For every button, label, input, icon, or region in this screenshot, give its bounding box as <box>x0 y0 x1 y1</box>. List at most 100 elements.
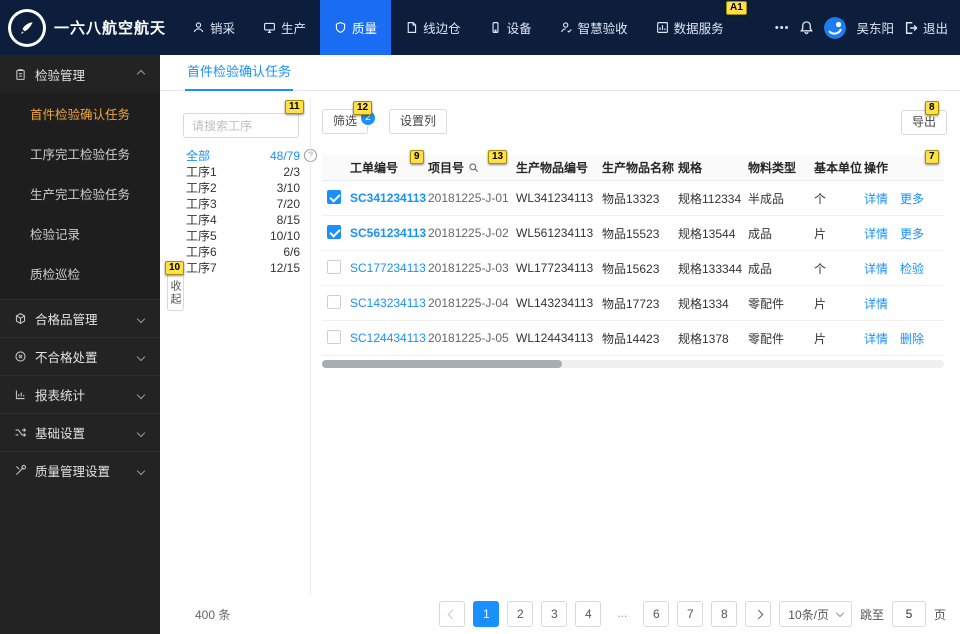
action-more-link[interactable]: 更多 <box>900 225 924 242</box>
logout-button[interactable]: 退出 <box>904 18 948 37</box>
page-button-1[interactable]: 1 <box>473 601 500 627</box>
sidebar-section-nonconforming-disposal[interactable]: 不合格处置 <box>0 337 160 375</box>
sidebar-section-basic-settings[interactable]: 基础设置 <box>0 413 160 451</box>
header-item-code: 生产物品编号 <box>516 160 589 175</box>
header-unit: 基本单位 <box>814 160 863 175</box>
sidebar-item-first-article-inspection[interactable]: 首件检验确认任务 <box>0 95 160 135</box>
row-checkbox[interactable] <box>327 329 341 344</box>
chevron-down-icon <box>835 608 845 617</box>
row-checkbox[interactable] <box>327 294 341 309</box>
action-detail-link[interactable]: 详情 <box>864 295 888 312</box>
nav-label: 质量 <box>352 22 378 36</box>
process-item[interactable]: 工序5 10/10 <box>186 228 300 244</box>
page-button-6[interactable]: 6 <box>643 601 670 627</box>
unit: 片 <box>814 226 827 241</box>
process-item[interactable]: 工序2 3/10 <box>186 180 300 196</box>
section-label: 合格品管理 <box>35 313 98 327</box>
page-button-8[interactable]: 8 <box>711 601 738 627</box>
som-badge-10: 10 <box>165 261 185 275</box>
user-name[interactable]: 吴东阳 <box>856 18 894 37</box>
more-menu-button[interactable]: ••• <box>775 22 790 34</box>
sidebar-section-quality-management-settings[interactable]: 质量管理设置 <box>0 451 160 489</box>
notification-bell-icon[interactable] <box>799 20 814 35</box>
row-checkbox[interactable] <box>327 259 341 274</box>
header-material-type: 物料类型 <box>748 160 797 175</box>
column-search-icon[interactable] <box>468 162 479 173</box>
order-number-link[interactable]: SC177234113 <box>350 261 426 275</box>
nav-item-sales[interactable]: 销采 <box>178 0 249 55</box>
action-detail-link[interactable]: 详情 <box>864 225 888 242</box>
jump-page-input[interactable] <box>891 601 926 627</box>
process-item[interactable]: 工序3 7/20 <box>186 196 300 212</box>
action-detail-link[interactable]: 详情 <box>864 330 888 347</box>
som-badge-12: 12 <box>353 101 373 115</box>
page-button-4[interactable]: 4 <box>575 601 602 627</box>
nav-item-production[interactable]: 生产 <box>249 0 320 55</box>
navbar-right: ••• 吴东阳 退出 <box>775 16 960 39</box>
sidebar-section-inspection-management[interactable]: 检验管理 <box>0 55 160 93</box>
page-button-3[interactable]: 3 <box>541 601 568 627</box>
process-label: 工序1 <box>186 165 217 179</box>
user-avatar[interactable] <box>824 16 847 39</box>
action-inspect-link[interactable]: 检验 <box>900 260 924 277</box>
process-item[interactable]: 工序7 12/15 <box>186 260 300 276</box>
order-number-link[interactable]: SC143234113 <box>350 296 426 310</box>
sidebar-item-process-completion-inspection[interactable]: 工序完工检验任务 <box>0 135 160 175</box>
action-more-link[interactable]: 更多 <box>900 190 924 207</box>
prev-page-button[interactable] <box>439 601 466 627</box>
project-number: 20181225-J-02 <box>428 226 509 240</box>
table-row: SC341234113 20181225-J-01 WL341234113 物品… <box>322 181 944 216</box>
sidebar-item-quality-patrol[interactable]: 质检巡检 <box>0 255 160 295</box>
process-item-all[interactable]: 全部 48/79 ? <box>186 148 317 164</box>
nav-item-quality[interactable]: 质量 <box>320 0 392 55</box>
row-checkbox[interactable] <box>327 189 341 204</box>
process-count: 2/3 <box>283 165 300 179</box>
filter-label: 筛选 <box>333 114 358 128</box>
page-button-7[interactable]: 7 <box>677 601 704 627</box>
panel-divider <box>310 97 311 594</box>
sidebar-item-production-completion-inspection[interactable]: 生产完工检验任务 <box>0 175 160 215</box>
task-table: 工单编号 项目号 生产物品编号 生产物品名称 规格 物料类型 基本单位 操作 S… <box>322 155 944 356</box>
nav-item-smart-acceptance[interactable]: 智慧验收 <box>546 0 642 55</box>
page-button-2[interactable]: 2 <box>507 601 534 627</box>
action-detail-link[interactable]: 详情 <box>864 190 888 207</box>
action-detail-link[interactable]: 详情 <box>864 260 888 277</box>
process-item[interactable]: 工序4 8/15 <box>186 212 300 228</box>
unit: 个 <box>814 191 827 206</box>
collapse-panel-button[interactable]: 收起 <box>167 271 184 311</box>
order-number-link[interactable]: SC341234113 <box>350 191 426 205</box>
export-button[interactable]: 导出 <box>901 110 948 135</box>
order-number-link[interactable]: SC561234113 <box>350 226 426 240</box>
sidebar-item-inspection-records[interactable]: 检验记录 <box>0 215 160 255</box>
main-content: 首件检验确认任务 全部 48/79 ? 工序1 2/3 工序2 3/10 工序3 7/… <box>160 55 960 634</box>
sidebar-section-report-statistics[interactable]: 报表统计 <box>0 375 160 413</box>
row-checkbox[interactable] <box>327 224 341 239</box>
nav-item-equipment[interactable]: 设备 <box>475 0 546 55</box>
chevron-down-icon <box>136 466 146 475</box>
nav-item-data-service[interactable]: 数据服务 <box>642 0 738 55</box>
document-icon <box>405 21 418 34</box>
sidebar-section-qualified-products[interactable]: 合格品管理 <box>0 299 160 337</box>
process-item[interactable]: 工序1 2/3 <box>186 164 300 180</box>
brand-name: 一六八航空航天 <box>54 20 167 37</box>
spec: 规格112334 <box>678 191 742 206</box>
tab-first-article-inspection[interactable]: 首件检验确认任务 <box>185 55 294 91</box>
circle-x-icon <box>14 350 27 363</box>
spec: 规格1378 <box>678 331 729 346</box>
column-settings-button[interactable]: 设置列 <box>389 109 448 134</box>
process-list: 全部 48/79 ? 工序1 2/3 工序2 3/10 工序3 7/20 工序4 8/1… <box>186 148 317 276</box>
horizontal-scrollbar-thumb[interactable] <box>322 360 562 368</box>
next-page-button[interactable] <box>745 601 772 627</box>
chevron-down-icon <box>136 314 146 323</box>
logout-label: 退出 <box>922 22 948 36</box>
nav-label: 智慧验收 <box>577 22 628 36</box>
som-badge-A1: A1 <box>726 1 747 15</box>
nav-label: 销采 <box>210 22 236 36</box>
nav-item-line-warehouse[interactable]: 线边仓 <box>391 0 475 55</box>
project-number: 20181225-J-03 <box>428 261 509 275</box>
page-size-select[interactable]: 10条/页 <box>779 601 852 627</box>
process-item[interactable]: 工序6 6/6 <box>186 244 300 260</box>
action-delete-link[interactable]: 删除 <box>900 330 924 347</box>
order-number-link[interactable]: SC124434113 <box>350 331 426 345</box>
process-search-input[interactable] <box>183 113 299 138</box>
